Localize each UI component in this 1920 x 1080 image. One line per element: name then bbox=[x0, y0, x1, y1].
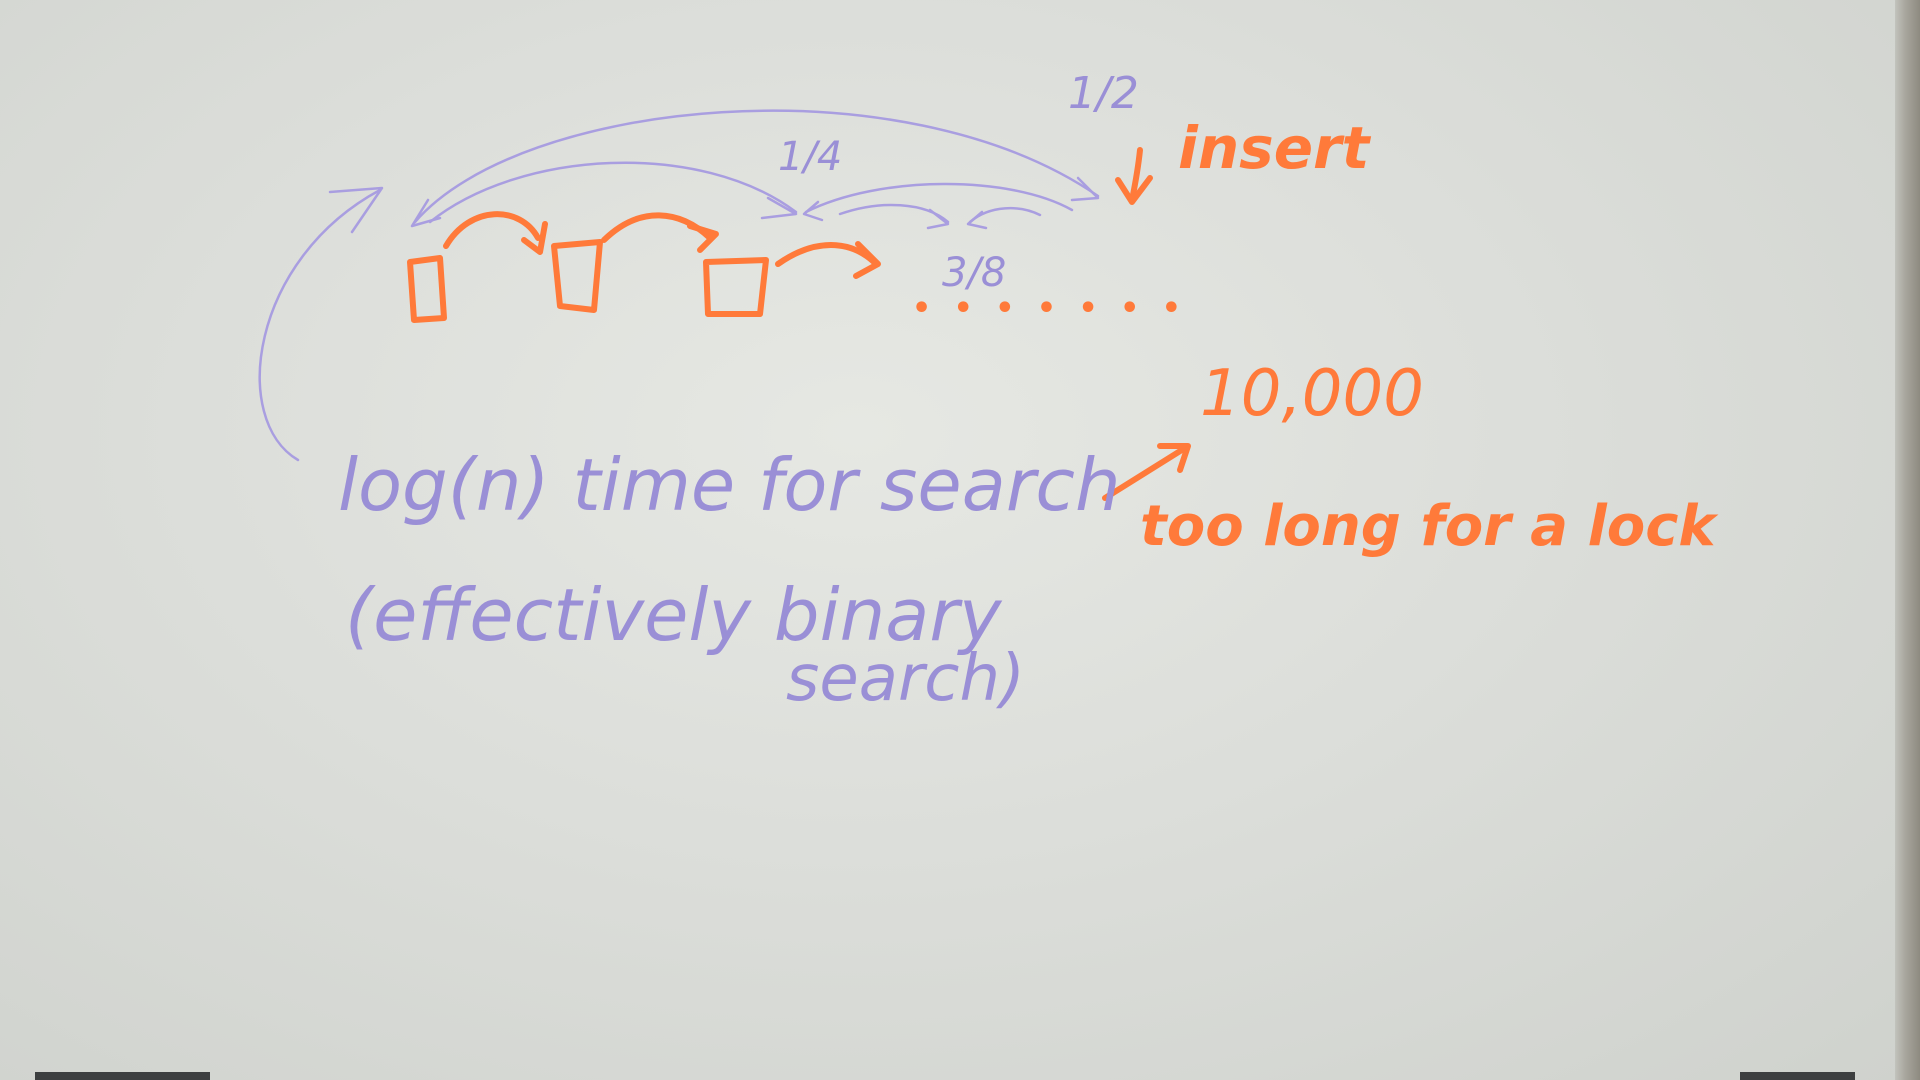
label-three-eighths: 3/8 bbox=[942, 250, 1006, 296]
label-count: 10,000 bbox=[1200, 357, 1424, 431]
label-too-long: too long for a lock bbox=[1140, 494, 1719, 559]
arc-three-eighths-right bbox=[968, 206, 1042, 224]
search-loop-arc bbox=[258, 188, 382, 462]
continuation-dots: • • • • • • • bbox=[912, 291, 1187, 326]
list-node-3 bbox=[703, 257, 769, 317]
label-half: 1/2 bbox=[1068, 68, 1139, 119]
list-node-2 bbox=[551, 239, 603, 313]
list-node-1 bbox=[407, 255, 447, 323]
search-note-line1: log(n) time for search bbox=[338, 443, 1121, 527]
next-pointer-2-head bbox=[687, 223, 719, 253]
label-quarter: 1/4 bbox=[778, 134, 842, 180]
arc-three-eighths-left bbox=[838, 203, 950, 224]
whiteboard-drawing: 1/2 1/4 3/8 log(n) time for search (effe… bbox=[258, 68, 1719, 716]
label-insert: insert bbox=[1178, 114, 1372, 182]
arc-half bbox=[413, 109, 1100, 224]
arc-quarter-to-half bbox=[804, 182, 1074, 214]
search-note-line3: search) bbox=[786, 642, 1025, 716]
